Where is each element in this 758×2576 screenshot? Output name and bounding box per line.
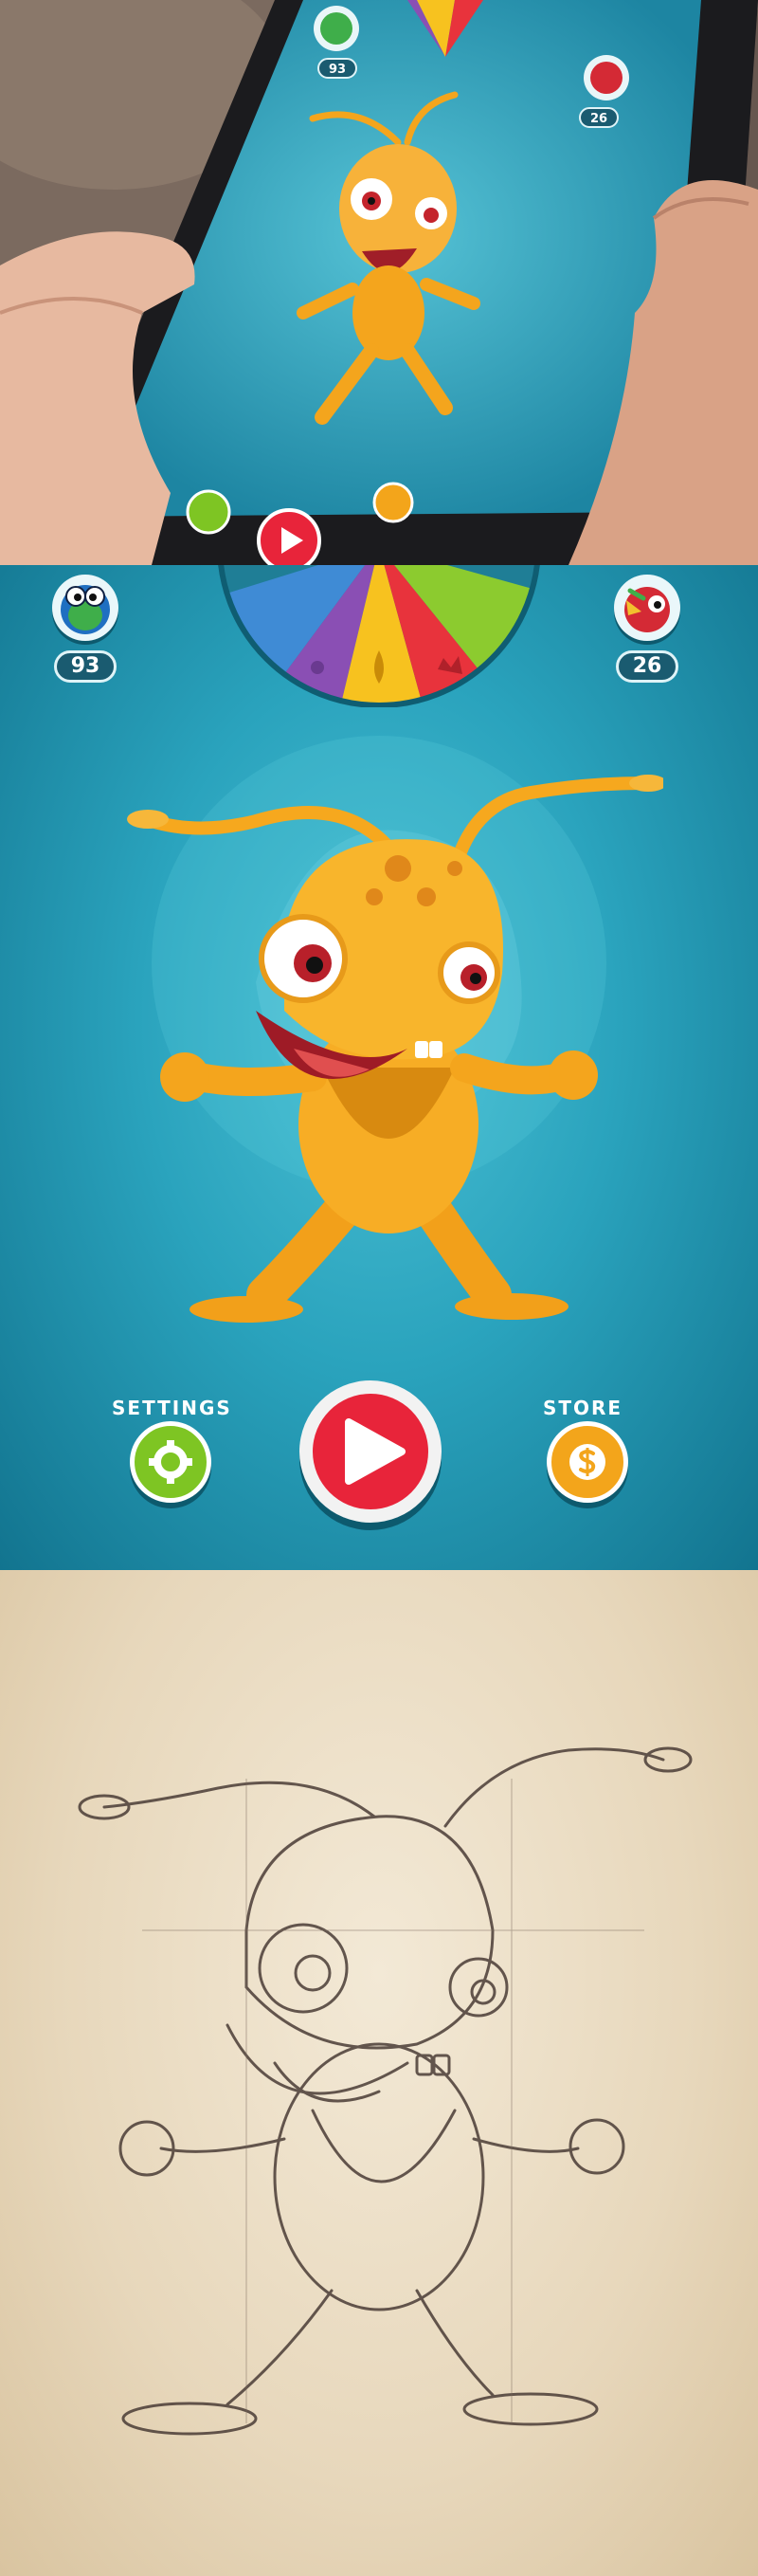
settings-button[interactable] bbox=[130, 1421, 211, 1503]
play-icon bbox=[345, 1418, 406, 1485]
left-counter: 93 bbox=[54, 650, 117, 683]
store-button[interactable] bbox=[547, 1421, 628, 1503]
left-avatar[interactable] bbox=[52, 575, 118, 641]
bulb-icon bbox=[311, 661, 324, 674]
right-counter: 26 bbox=[616, 650, 678, 683]
play-button[interactable] bbox=[299, 1380, 442, 1523]
settings-label: SETTINGS bbox=[112, 1397, 232, 1419]
green-bug-icon bbox=[61, 585, 110, 634]
mini-settings-button bbox=[186, 489, 231, 535]
tablet-photo: 93 26 bbox=[0, 0, 758, 565]
right-avatar[interactable] bbox=[614, 575, 680, 641]
game-screen: 93 26 SETTINGS STORE bbox=[0, 565, 758, 1570]
mini-left-counter: 93 bbox=[329, 63, 346, 77]
alien-character bbox=[127, 775, 663, 1323]
spin-wheel[interactable] bbox=[218, 565, 540, 707]
photo-section: 93 26 bbox=[0, 0, 758, 565]
gear-icon bbox=[149, 1440, 192, 1484]
store-label: STORE bbox=[542, 1397, 623, 1419]
mini-right-counter: 26 bbox=[590, 112, 607, 126]
character-sketch bbox=[78, 1746, 693, 2436]
dollar-icon bbox=[569, 1444, 605, 1480]
red-bird-icon bbox=[624, 587, 670, 632]
mini-store-button bbox=[372, 482, 414, 523]
pencil-sketch-section bbox=[0, 1570, 758, 2576]
